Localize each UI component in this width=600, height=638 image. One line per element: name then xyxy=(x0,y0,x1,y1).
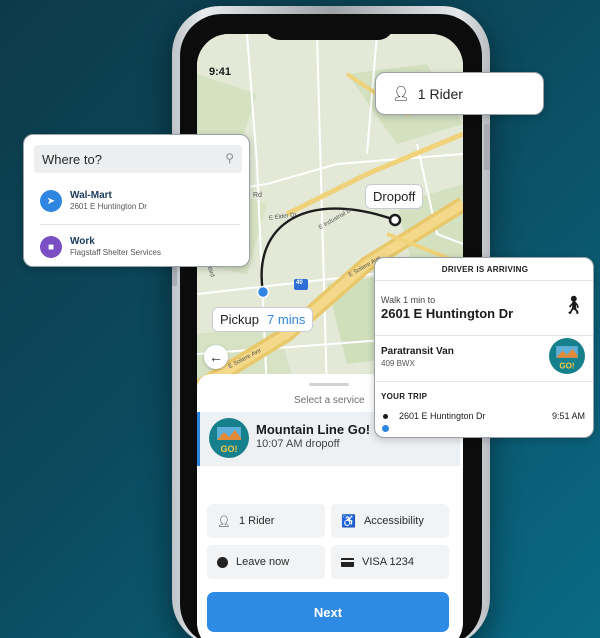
place-address: Flagstaff Shelter Services xyxy=(70,248,162,257)
walking-icon: 🚶︎ xyxy=(562,295,585,315)
logo-text: GO! xyxy=(559,362,574,371)
back-button[interactable]: ← xyxy=(204,345,228,369)
navigation-arrow-icon: ➤ xyxy=(40,190,62,212)
divider xyxy=(375,381,593,382)
rider-count-card[interactable]: 👤︎ 1 Rider xyxy=(375,72,544,115)
payment-option[interactable]: VISA 1234 xyxy=(331,545,449,579)
add-person-icon: 👤︎ xyxy=(392,85,410,101)
sheet-handle[interactable] xyxy=(309,383,349,386)
saved-place-walmart[interactable]: ➤ Wal-Mart 2601 E Huntington Dr xyxy=(40,187,240,217)
trip-stop-address: 2601 E Huntington Dr xyxy=(399,411,486,421)
phone-side-button xyxy=(484,124,490,170)
next-button[interactable]: Next xyxy=(207,592,449,632)
accessibility-option[interactable]: ♿ Accessibility xyxy=(331,504,449,538)
driver-arriving-header: DRIVER IS ARRIVING xyxy=(375,258,593,281)
vehicle-plate: 409 BWX xyxy=(381,359,415,368)
pickup-eta: 7 mins xyxy=(267,312,306,327)
leave-time-label: Leave now xyxy=(236,556,290,568)
payment-label: VISA 1234 xyxy=(362,556,414,568)
where-to-placeholder: Where to? xyxy=(42,152,102,167)
add-person-icon: 👤︎ xyxy=(217,515,231,528)
place-name: Work xyxy=(70,236,95,247)
dropoff-tag: Dropoff xyxy=(365,184,424,209)
rider-count-label: 1 Rider xyxy=(417,85,463,102)
pickup-address: 2601 E Huntington Dr xyxy=(381,306,514,321)
vehicle-name: Paratransit Van xyxy=(381,346,454,357)
search-icon: ⚲ xyxy=(225,151,234,165)
walk-instruction: Walk 1 min to xyxy=(381,295,436,305)
phone-notch xyxy=(264,14,394,40)
road-label: Rd xyxy=(253,192,262,199)
riders-option[interactable]: 👤︎ 1 Rider xyxy=(207,504,325,538)
select-service-label: Select a service xyxy=(294,395,365,406)
accessibility-option-label: Accessibility xyxy=(363,515,424,527)
driver-arriving-card: DRIVER IS ARRIVING Walk 1 min to 2601 E … xyxy=(374,257,594,438)
wheelchair-icon: ♿ xyxy=(341,514,356,528)
status-time: 9:41 xyxy=(209,66,232,78)
divider xyxy=(40,224,240,225)
saved-place-work[interactable]: ■ Work Flagstaff Shelter Services xyxy=(40,233,240,263)
trip-stop-dot xyxy=(383,414,388,419)
credit-card-icon xyxy=(341,557,354,567)
riders-option-label: 1 Rider xyxy=(238,515,275,527)
where-to-card: Where to? ⚲ ➤ Wal-Mart 2601 E Huntington… xyxy=(23,134,250,267)
service-name: Mountain Line Go! xyxy=(256,422,371,437)
back-arrow-icon: ← xyxy=(209,349,223,365)
mountain-line-logo: GO! xyxy=(209,418,249,458)
service-dropoff-time: 10:07 AM dropoff xyxy=(256,438,340,450)
clock-icon xyxy=(217,556,228,568)
pickup-tag: Pickup 7 mins xyxy=(212,307,314,332)
logo-text: GO! xyxy=(221,444,238,454)
interstate-shield: 40 xyxy=(296,280,303,286)
trip-stop-time: 9:51 AM xyxy=(551,411,585,421)
divider xyxy=(375,335,593,336)
briefcase-icon: ■ xyxy=(40,236,62,258)
trip-current-dot xyxy=(382,425,389,432)
pickup-label: Pickup xyxy=(220,312,260,327)
your-trip-label: YOUR TRIP xyxy=(381,392,428,401)
mountain-line-logo: GO! xyxy=(549,338,585,374)
where-to-input[interactable]: Where to? ⚲ xyxy=(34,145,242,173)
place-address: 2601 E Huntington Dr xyxy=(70,202,147,211)
leave-time-option[interactable]: Leave now xyxy=(207,545,325,579)
place-name: Wal-Mart xyxy=(70,190,112,201)
